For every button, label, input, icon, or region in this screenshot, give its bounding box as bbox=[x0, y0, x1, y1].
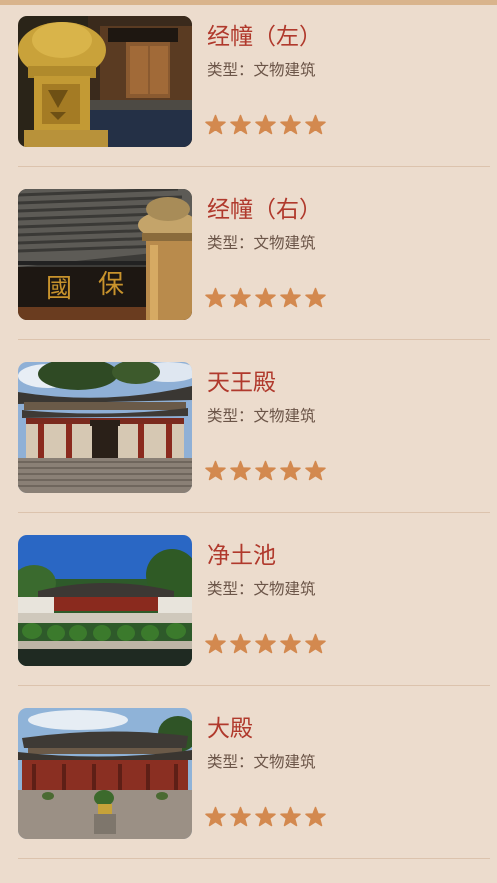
rating-stars bbox=[205, 114, 330, 136]
star-icon bbox=[305, 633, 326, 654]
rating-stars bbox=[205, 460, 330, 482]
item-type: 类型：文物建筑 bbox=[207, 580, 316, 598]
item-title: 经幢（右） bbox=[207, 197, 322, 223]
item-type: 类型：文物建筑 bbox=[207, 407, 316, 425]
star-icon bbox=[280, 806, 301, 827]
star-icon bbox=[205, 806, 226, 827]
star-icon bbox=[230, 114, 251, 135]
star-icon bbox=[230, 460, 251, 481]
item-title: 净土池 bbox=[207, 543, 276, 569]
rating-stars bbox=[205, 633, 330, 655]
svg-text:國: 國 bbox=[46, 274, 72, 304]
item-type: 类型：文物建筑 bbox=[207, 234, 316, 252]
rating-stars bbox=[205, 287, 330, 309]
divider bbox=[18, 858, 490, 859]
divider bbox=[18, 166, 490, 167]
star-icon bbox=[230, 806, 251, 827]
star-icon bbox=[205, 460, 226, 481]
star-icon bbox=[280, 287, 301, 308]
hall-photo bbox=[18, 362, 192, 493]
star-icon bbox=[305, 806, 326, 827]
list-item[interactable]: 天王殿 类型：文物建筑 bbox=[0, 350, 497, 523]
star-icon bbox=[305, 460, 326, 481]
star-icon bbox=[230, 287, 251, 308]
svg-text:保: 保 bbox=[98, 270, 124, 300]
star-icon bbox=[255, 287, 276, 308]
list-item[interactable]: 國 保 经幢（右） 类型：文物建筑 bbox=[0, 177, 497, 350]
item-type: 类型：文物建筑 bbox=[207, 753, 316, 771]
star-icon bbox=[255, 114, 276, 135]
star-icon bbox=[305, 287, 326, 308]
rating-stars bbox=[205, 806, 330, 828]
star-icon bbox=[255, 460, 276, 481]
divider bbox=[18, 339, 490, 340]
item-title: 经幢（左） bbox=[207, 24, 322, 50]
main-hall-photo bbox=[18, 708, 192, 839]
star-icon bbox=[255, 633, 276, 654]
item-type: 类型：文物建筑 bbox=[207, 61, 316, 79]
list-item[interactable]: 大殿 类型：文物建筑 bbox=[0, 696, 497, 869]
star-icon bbox=[280, 633, 301, 654]
star-icon bbox=[230, 633, 251, 654]
item-title: 大殿 bbox=[207, 716, 253, 742]
star-icon bbox=[205, 633, 226, 654]
temple-plaque-photo: 國 保 bbox=[18, 189, 192, 320]
stone-pillar-photo bbox=[18, 16, 192, 147]
star-icon bbox=[280, 460, 301, 481]
star-icon bbox=[205, 287, 226, 308]
star-icon bbox=[280, 114, 301, 135]
star-icon bbox=[205, 114, 226, 135]
divider bbox=[18, 512, 490, 513]
star-icon bbox=[305, 114, 326, 135]
star-icon bbox=[255, 806, 276, 827]
list-item[interactable]: 净土池 类型：文物建筑 bbox=[0, 523, 497, 696]
pond-photo bbox=[18, 535, 192, 666]
list-item[interactable]: 经幢（左） 类型：文物建筑 bbox=[0, 4, 497, 177]
item-title: 天王殿 bbox=[207, 370, 276, 396]
divider bbox=[18, 685, 490, 686]
